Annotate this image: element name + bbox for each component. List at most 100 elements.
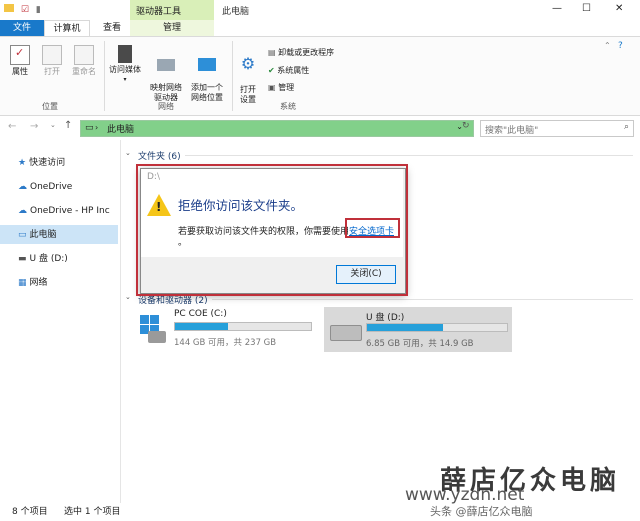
nav-label: 快速访问: [29, 158, 66, 168]
usb-drive-icon: [330, 325, 362, 341]
network-icon: ▦: [18, 278, 27, 288]
uninstall-label: 卸载或更改程序: [278, 48, 335, 57]
drive-tools-context-header: 驱动器工具: [130, 0, 214, 20]
nav-label: OneDrive - HP Inc: [30, 206, 110, 216]
pane-divider: [120, 140, 121, 503]
folders-section-title[interactable]: 文件夹 (6): [138, 149, 181, 162]
nav-item-onedrive-hp[interactable]: ☁ OneDrive - HP Inc: [18, 202, 110, 220]
nav-item-network[interactable]: ▦ 网络: [18, 274, 48, 292]
search-placeholder: 搜索"此电脑": [485, 126, 539, 136]
nav-item-usb-drive[interactable]: ▬ U 盘 (D:): [18, 250, 68, 268]
folder-icon: [4, 4, 14, 12]
usb-drive-icon: ▬: [18, 254, 27, 264]
help-icon[interactable]: ?: [618, 41, 623, 51]
properties-button[interactable]: ✓ 属性: [6, 45, 34, 77]
tab-view[interactable]: 查看: [94, 20, 130, 36]
group-label-system: 系统: [280, 102, 296, 111]
forward-arrow-icon[interactable]: →: [30, 121, 38, 132]
drive-space: 6.85 GB 可用，共 14.9 GB: [366, 339, 474, 349]
tab-file[interactable]: 文件: [0, 20, 44, 36]
access-media-button[interactable]: 访问媒体 ▾: [106, 45, 144, 85]
nav-label: 网络: [29, 278, 48, 288]
watermark-overlay: 头条 @薛店亿众电脑: [430, 505, 533, 518]
drive-name: PC COE (C:): [174, 309, 227, 319]
manage-label: 管理: [278, 83, 295, 92]
window-title: 此电脑: [222, 7, 250, 17]
search-icon: ⌕: [623, 122, 629, 132]
highlight-box-link: [345, 218, 400, 238]
drive-usage-bar: [174, 322, 312, 331]
gear-icon: ⚙: [240, 54, 256, 73]
nav-item-quick-access[interactable]: ★ 快速访问: [18, 154, 65, 172]
quick-access-toolbar[interactable]: ☑ ▮: [4, 4, 41, 15]
search-input[interactable]: 搜索"此电脑" ⌕: [480, 120, 634, 137]
ribbon: ✓ 属性 打开 重命名 位置 访问媒体 ▾ 映射网络 驱动器 添加一个 网络位置 …: [0, 36, 640, 116]
nav-item-this-pc[interactable]: ▭ 此电脑: [18, 226, 57, 244]
context-tab-label: 驱动器工具: [136, 7, 182, 17]
rename-label: 重命名: [72, 67, 96, 76]
cloud-icon: ☁: [18, 182, 27, 192]
maximize-button[interactable]: ☐: [582, 3, 591, 14]
group-label-location: 位置: [42, 102, 58, 111]
selection-count: 选中 1 个项目: [64, 507, 121, 517]
recent-dropdown-icon[interactable]: ⌄: [50, 121, 56, 129]
access-media-label: 访问媒体: [109, 65, 141, 74]
group-label-network: 网络: [158, 102, 174, 111]
tab-manage[interactable]: 管理: [130, 20, 214, 36]
check-icon: ✔: [268, 66, 275, 75]
uninstall-programs-button[interactable]: ▤ 卸载或更改程序: [268, 47, 334, 58]
watermark-url: www.yzdn.net: [405, 485, 525, 505]
ribbon-divider: [104, 41, 105, 111]
windows-drive-icon: [136, 313, 168, 345]
nav-label: OneDrive: [30, 182, 73, 192]
rename-icon: [74, 45, 94, 65]
system-properties-label: 系统属性: [277, 66, 310, 75]
tab-computer[interactable]: 计算机: [44, 20, 90, 36]
title-bar: ☑ ▮: [0, 0, 640, 20]
refresh-icon[interactable]: ↻: [462, 121, 470, 131]
back-arrow-icon[interactable]: ←: [8, 121, 16, 132]
uninstall-icon: ▤: [268, 48, 276, 57]
checkmark-icon[interactable]: ☑: [21, 5, 29, 15]
media-icon: [118, 45, 132, 63]
chevron-down-icon[interactable]: ⌄: [125, 293, 131, 301]
drive-tile-c[interactable]: PC COE (C:) 144 GB 可用，共 237 GB: [134, 307, 314, 352]
manage-button[interactable]: ▣ 管理: [268, 82, 294, 93]
system-properties-button[interactable]: ✔ 系统属性: [268, 65, 309, 76]
chevron-down-icon[interactable]: ⌄: [125, 149, 131, 157]
drive-usage-bar: [366, 323, 508, 332]
minimize-button[interactable]: —: [552, 3, 562, 14]
pin-icon[interactable]: ▮: [36, 5, 41, 15]
map-drive-button[interactable]: 映射网络 驱动器: [146, 45, 186, 103]
chevron-right-icon: ›: [95, 123, 99, 132]
add-network-location-button[interactable]: 添加一个 网络位置: [186, 45, 228, 103]
address-bar[interactable]: ▭ › 此电脑 ⌄: [80, 120, 474, 137]
ribbon-divider: [232, 41, 233, 111]
open-settings-button[interactable]: ⚙ 打开 设置: [234, 45, 262, 105]
rename-button[interactable]: 重命名: [68, 45, 100, 77]
drive-name: U 盘 (D:): [366, 313, 405, 323]
nav-label: U 盘 (D:): [29, 254, 68, 264]
up-arrow-icon[interactable]: ↑: [64, 120, 72, 131]
item-count: 8 个项目: [12, 507, 48, 517]
star-icon: ★: [18, 158, 27, 168]
close-window-button[interactable]: ✕: [615, 3, 623, 14]
cloud-icon: ☁: [18, 206, 27, 216]
network-drive-icon: [157, 59, 175, 71]
drive-tile-d[interactable]: U 盘 (D:) 6.85 GB 可用，共 14.9 GB: [324, 307, 512, 352]
map-drive-label: 映射网络 驱动器: [150, 83, 182, 102]
properties-icon: ✓: [10, 45, 30, 65]
add-network-location-label: 添加一个 网络位置: [191, 83, 223, 102]
nav-item-onedrive[interactable]: ☁ OneDrive: [18, 178, 72, 196]
section-divider: [185, 155, 633, 156]
computer-icon: ▭: [85, 123, 94, 133]
computer-manage-icon: ▣: [268, 83, 276, 92]
section-divider: [212, 299, 633, 300]
monitor-icon: [198, 58, 216, 71]
open-icon: [42, 45, 62, 65]
open-settings-label: 打开 设置: [240, 85, 256, 104]
open-button[interactable]: 打开: [38, 45, 66, 77]
chevron-up-icon[interactable]: ⌃: [604, 41, 611, 50]
drive-space: 144 GB 可用，共 237 GB: [174, 338, 277, 348]
computer-icon: ▭: [18, 230, 27, 240]
